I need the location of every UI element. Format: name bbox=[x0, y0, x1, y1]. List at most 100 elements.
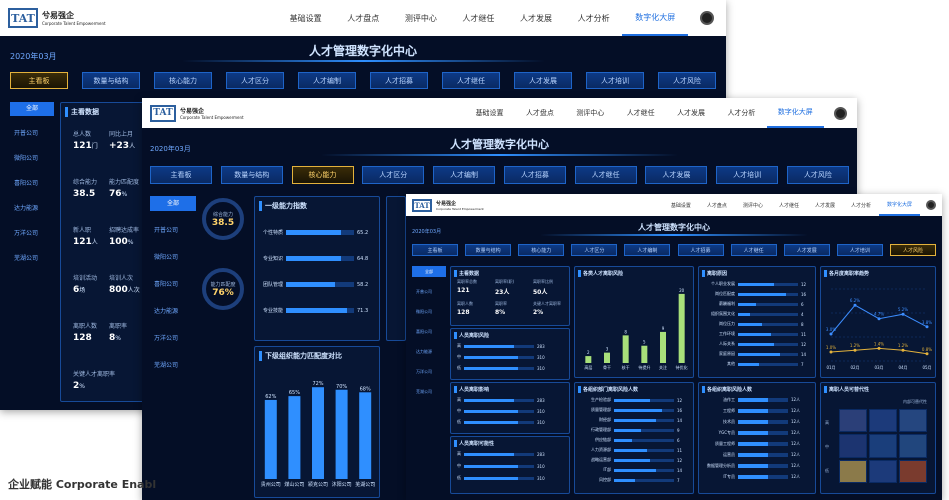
bar-value: 14 bbox=[801, 351, 807, 357]
tab-6[interactable]: 人才继任 bbox=[442, 72, 500, 89]
brand-name: 兮易强企 bbox=[436, 200, 457, 207]
tab-5[interactable]: 人才招募 bbox=[370, 72, 428, 89]
bar-fill bbox=[738, 292, 786, 296]
sidebar-item-0[interactable]: 全部 bbox=[10, 102, 54, 116]
sidebar-item-1[interactable]: 开普公司 bbox=[10, 127, 54, 141]
sidebar-item-2[interactable]: 微阳公司 bbox=[10, 152, 54, 166]
nav-item-1[interactable]: 人才盘点 bbox=[515, 98, 565, 128]
tab-8[interactable]: 人才培训 bbox=[836, 244, 883, 256]
nav-item-4[interactable]: 人才发展 bbox=[666, 98, 716, 128]
kpi-unit: 人 bbox=[91, 239, 98, 246]
tab-8[interactable]: 人才培训 bbox=[586, 72, 644, 89]
sidebar-item-1[interactable]: 开普公司 bbox=[412, 286, 446, 297]
logo-mark: TAT bbox=[150, 104, 176, 122]
data-label: 20 bbox=[679, 288, 685, 293]
sidebar-item-4[interactable]: 达力能源 bbox=[150, 304, 196, 319]
tab-4[interactable]: 人才编制 bbox=[433, 166, 496, 184]
data-label: 2 bbox=[587, 350, 590, 355]
avatar[interactable] bbox=[834, 106, 847, 120]
sidebar-item-5[interactable]: 万洋公司 bbox=[10, 227, 54, 241]
brand-sub: Corporate Talent Empowerment bbox=[42, 21, 106, 26]
sidebar-item-6[interactable]: 芜湖公司 bbox=[412, 386, 446, 397]
tab-7[interactable]: 人才发展 bbox=[645, 166, 708, 184]
tab-8[interactable]: 人才培训 bbox=[716, 166, 779, 184]
brand-logo[interactable]: TAT 兮易强企 Corporate Talent Empowerment bbox=[150, 104, 244, 122]
point bbox=[853, 303, 857, 307]
monthly-trend-line-chart: 3.0% 6.2% 4.7% 5.2% 3.8% 1.0% 1.2% 1.4% 1.2% 0.8%… bbox=[826, 288, 932, 370]
sidebar-item-6[interactable]: 芜湖公司 bbox=[10, 252, 54, 266]
sidebar-item-5[interactable]: 万洋公司 bbox=[150, 331, 196, 346]
nav-item-5[interactable]: 人才分析 bbox=[565, 0, 623, 36]
tab-2[interactable]: 核心能力 bbox=[291, 166, 354, 184]
sidebar-item-3[interactable]: 喜阳公司 bbox=[412, 326, 446, 337]
nav-item-3[interactable]: 人才继任 bbox=[450, 0, 508, 36]
brand-logo[interactable]: TAT 兮易强企 Corporate Talent Empowerment bbox=[8, 8, 106, 28]
sidebar-item-6[interactable]: 芜湖公司 bbox=[150, 358, 196, 373]
sidebar-item-3[interactable]: 喜阳公司 bbox=[150, 277, 196, 292]
tab-3[interactable]: 人才区分 bbox=[571, 244, 618, 256]
nav-item-0[interactable]: 基础设置 bbox=[277, 0, 335, 36]
tab-5[interactable]: 人才招募 bbox=[503, 166, 566, 184]
kpi-2: 综合能力 38.5 bbox=[73, 177, 97, 199]
nav-item-2[interactable]: 测评中心 bbox=[392, 0, 450, 36]
heat-top-label: 内部可替代性 bbox=[903, 399, 927, 404]
tab-7[interactable]: 人才发展 bbox=[783, 244, 830, 256]
tab-3[interactable]: 人才区分 bbox=[226, 72, 284, 89]
bar-fill bbox=[614, 408, 662, 412]
tab-9[interactable]: 人才风险 bbox=[658, 72, 716, 89]
nav-item-4[interactable]: 人才发展 bbox=[507, 0, 565, 36]
tab-9[interactable]: 人才风险 bbox=[889, 244, 936, 256]
nav-item-6[interactable]: 数字化大屏 bbox=[878, 194, 920, 216]
sidebar-item-0[interactable]: 全部 bbox=[150, 196, 196, 211]
nav-item-5[interactable]: 人才分析 bbox=[843, 194, 879, 216]
sidebar-item-1[interactable]: 开普公司 bbox=[150, 223, 196, 238]
x-tick-label: 核干 bbox=[622, 364, 630, 370]
nav-item-2[interactable]: 测评中心 bbox=[565, 98, 615, 128]
sidebar-item-3[interactable]: 喜阳公司 bbox=[10, 177, 54, 191]
nav-item-0[interactable]: 基础设置 bbox=[663, 194, 699, 216]
nav-item-2[interactable]: 测评中心 bbox=[735, 194, 771, 216]
nav-item-3[interactable]: 人才继任 bbox=[771, 194, 807, 216]
tab-6[interactable]: 人才继任 bbox=[574, 166, 637, 184]
nav-item-5[interactable]: 人才分析 bbox=[716, 98, 766, 128]
tab-1[interactable]: 数量与结构 bbox=[82, 72, 140, 89]
tab-6[interactable]: 人才继任 bbox=[730, 244, 777, 256]
brand-logo[interactable]: TAT 兮易强企 Corporate Talent Empowerment bbox=[412, 198, 484, 212]
tab-4[interactable]: 人才编制 bbox=[624, 244, 671, 256]
sidebar-item-2[interactable]: 微阳公司 bbox=[150, 250, 196, 265]
bar-fill bbox=[464, 344, 514, 348]
tab-5[interactable]: 人才招募 bbox=[677, 244, 724, 256]
tab-1[interactable]: 数量与结构 bbox=[220, 166, 283, 184]
nav-item-6[interactable]: 数字化大屏 bbox=[766, 98, 824, 128]
sidebar-item-0[interactable]: 全部 bbox=[412, 266, 446, 277]
kpi-label: 离职率(职) bbox=[495, 279, 515, 284]
tab-3[interactable]: 人才区分 bbox=[362, 166, 425, 184]
tab-0[interactable]: 主看板 bbox=[150, 166, 212, 184]
nav-item-1[interactable]: 人才盘点 bbox=[699, 194, 735, 216]
nav-item-1[interactable]: 人才盘点 bbox=[334, 0, 392, 36]
tab-7[interactable]: 人才发展 bbox=[514, 72, 572, 89]
sidebar-item-2[interactable]: 微阳公司 bbox=[412, 306, 446, 317]
tab-0[interactable]: 主看板 bbox=[10, 72, 68, 89]
data-label: 1.0% bbox=[826, 345, 836, 350]
tab-0[interactable]: 主看板 bbox=[412, 244, 458, 256]
bar-label: YGC专员 bbox=[718, 430, 735, 435]
tab-1[interactable]: 数量与结构 bbox=[465, 244, 512, 256]
tab-9[interactable]: 人才风险 bbox=[786, 166, 849, 184]
bar-3 bbox=[641, 345, 648, 363]
tab-4[interactable]: 人才编制 bbox=[298, 72, 356, 89]
tab-2[interactable]: 核心能力 bbox=[154, 72, 212, 89]
kpi-value: 76% bbox=[109, 189, 128, 199]
avatar[interactable] bbox=[700, 11, 714, 25]
sidebar-item-4[interactable]: 达力能源 bbox=[412, 346, 446, 357]
avatar[interactable] bbox=[926, 200, 936, 210]
nav-item-6[interactable]: 数字化大屏 bbox=[622, 0, 688, 36]
nav-item-3[interactable]: 人才继任 bbox=[616, 98, 666, 128]
sidebar-item-4[interactable]: 达力能源 bbox=[10, 202, 54, 216]
nav-item-4[interactable]: 人才发展 bbox=[807, 194, 843, 216]
bar-2 bbox=[312, 387, 324, 479]
sidebar-item-5[interactable]: 万洋公司 bbox=[412, 366, 446, 377]
tab-2[interactable]: 核心能力 bbox=[518, 244, 565, 256]
nav-item-0[interactable]: 基础设置 bbox=[464, 98, 514, 128]
window-talent-risk: TAT 兮易强企 Corporate Talent Empowerment 基础设… bbox=[406, 194, 942, 500]
